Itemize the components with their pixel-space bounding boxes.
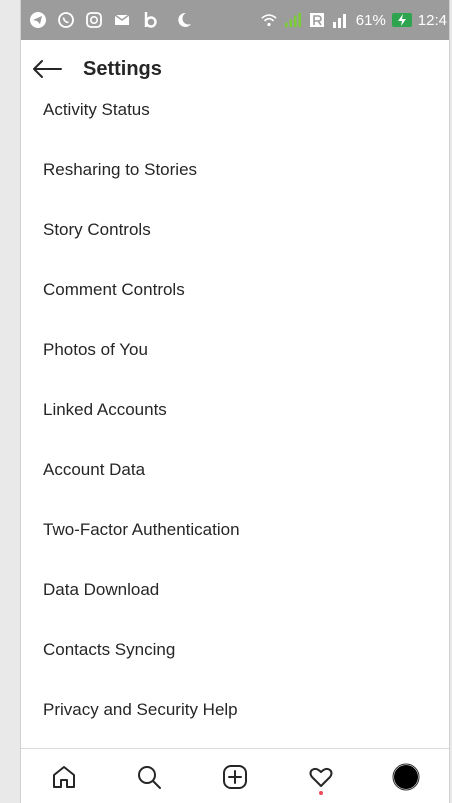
app-bar: Settings xyxy=(21,40,449,98)
b-app-icon xyxy=(141,11,159,29)
signal-icon xyxy=(284,11,302,29)
settings-item-data-download[interactable]: Data Download xyxy=(43,560,449,620)
add-post-icon xyxy=(222,764,247,789)
nav-home-button[interactable] xyxy=(44,757,84,797)
settings-item-comment-controls[interactable]: Comment Controls xyxy=(43,260,449,320)
settings-item-photos-of-you[interactable]: Photos of You xyxy=(43,320,449,380)
settings-item-activity-status[interactable]: Activity Status xyxy=(43,98,449,140)
mail-icon xyxy=(113,11,131,29)
clock: 12:4 xyxy=(417,11,447,29)
settings-item-linked-accounts[interactable]: Linked Accounts xyxy=(43,380,449,440)
telegram-icon xyxy=(29,11,47,29)
nav-activity-button[interactable] xyxy=(301,757,341,797)
home-icon xyxy=(52,765,75,788)
system-indicators: 61% 12:4 xyxy=(260,11,449,29)
settings-item-privacy-and-security-help[interactable]: Privacy and Security Help xyxy=(43,680,449,740)
page-title: Settings xyxy=(83,57,162,80)
battery-charging-icon xyxy=(391,13,412,27)
whatsapp-icon xyxy=(57,11,75,29)
notification-dot xyxy=(318,790,323,795)
bottom-navigation xyxy=(21,748,449,803)
notification-icons xyxy=(29,11,193,29)
nav-search-button[interactable] xyxy=(129,757,169,797)
instagram-icon xyxy=(85,11,103,29)
settings-list[interactable]: Activity Status Resharing to Stories Sto… xyxy=(21,98,449,748)
wifi-icon xyxy=(260,11,278,29)
phone-screen: 61% 12:4 Settings Activity Status Reshar… xyxy=(20,0,450,803)
status-bar: 61% 12:4 xyxy=(21,0,449,40)
phone-icon xyxy=(175,11,193,29)
back-button[interactable] xyxy=(29,51,65,87)
r-badge-icon xyxy=(308,11,326,29)
nav-add-post-button[interactable] xyxy=(215,757,255,797)
nav-profile-button[interactable] xyxy=(386,757,426,797)
activity-heart-icon xyxy=(309,767,333,787)
arrow-left-icon xyxy=(33,60,62,78)
settings-item-contacts-syncing[interactable]: Contacts Syncing xyxy=(43,620,449,680)
battery-percent: 61% xyxy=(355,11,386,29)
search-icon xyxy=(138,765,162,789)
settings-item-account-data[interactable]: Account Data xyxy=(43,440,449,500)
signal-2-icon xyxy=(332,11,350,29)
settings-item-two-factor-authentication[interactable]: Two-Factor Authentication xyxy=(43,500,449,560)
settings-item-story-controls[interactable]: Story Controls xyxy=(43,200,449,260)
profile-avatar-icon xyxy=(392,763,420,790)
settings-item-resharing-to-stories[interactable]: Resharing to Stories xyxy=(43,140,449,200)
